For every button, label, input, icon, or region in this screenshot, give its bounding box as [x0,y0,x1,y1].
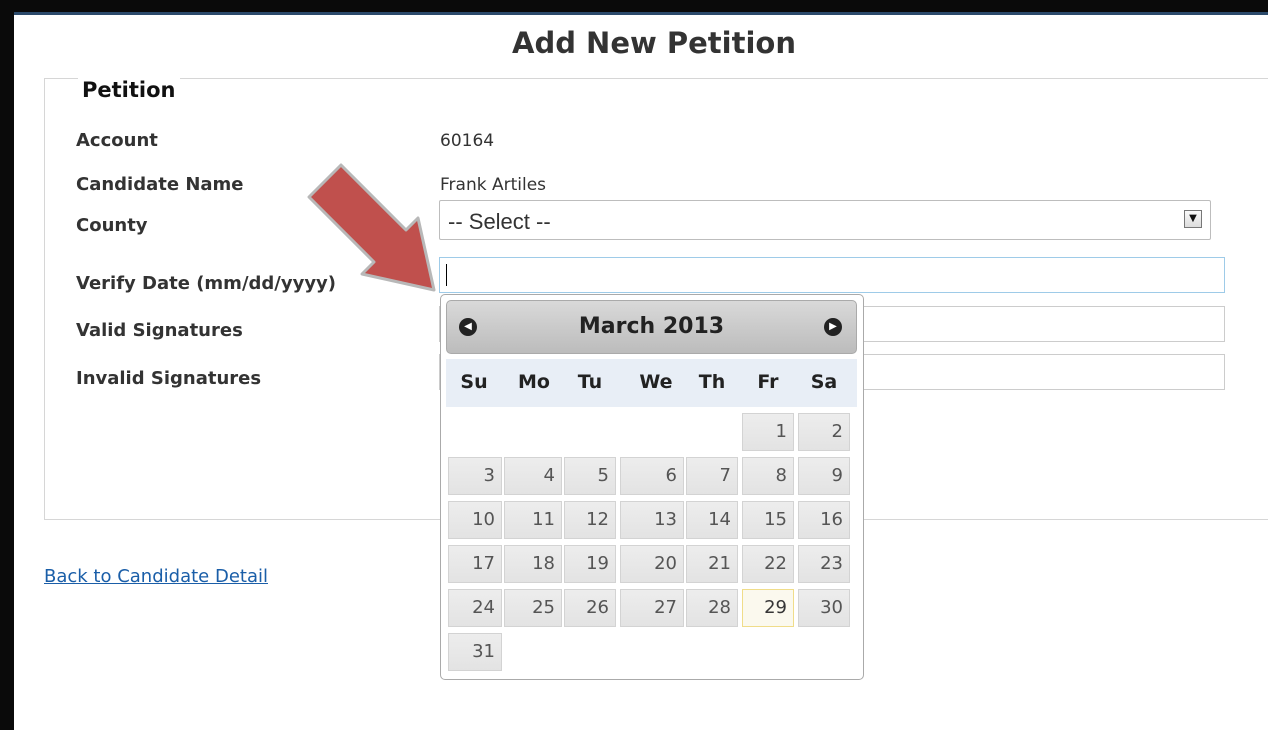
calendar-day[interactable]: 15 [742,501,794,539]
datepicker-title: March 2013 [578,314,725,339]
calendar-day[interactable]: 4 [504,457,562,495]
calendar-day[interactable]: 3 [448,457,502,495]
verify-date-input[interactable] [439,257,1225,293]
county-selected-value: -- Select -- [448,209,551,234]
calendar-day[interactable]: 5 [564,457,616,495]
calendar-day[interactable]: 17 [448,545,502,583]
next-month-icon[interactable]: ▶ [824,318,842,336]
verify-date-label: Verify Date (mm/dd/yyyy) [76,273,337,294]
calendar-day[interactable]: 24 [448,589,502,627]
dropdown-arrow-icon[interactable]: ▼ [1184,210,1202,228]
calendar-day[interactable]: 12 [564,501,616,539]
back-to-candidate-detail-link[interactable]: Back to Candidate Detail [44,566,268,587]
calendar-day[interactable]: 21 [686,545,738,583]
invalid-signatures-label: Invalid Signatures [76,368,262,389]
calendar-day[interactable]: 30 [798,589,850,627]
calendar-day[interactable]: 18 [504,545,562,583]
calendar-day[interactable]: 22 [742,545,794,583]
county-label: County [76,215,148,236]
calendar-day[interactable]: 14 [686,501,738,539]
calendar-day[interactable]: 20 [620,545,684,583]
calendar-day[interactable]: 25 [504,589,562,627]
calendar-day[interactable]: 7 [686,457,738,495]
calendar-day[interactable]: 8 [742,457,794,495]
calendar-day[interactable]: 2 [798,413,850,451]
account-value: 60164 [440,131,495,151]
calendar-day[interactable]: 23 [798,545,850,583]
weekday-name: Su [460,371,488,393]
calendar-day[interactable]: 16 [798,501,850,539]
candidate-name-value: Frank Artiles [440,175,547,195]
calendar-day[interactable]: 10 [448,501,502,539]
calendar-day[interactable]: 19 [564,545,616,583]
calendar-day[interactable]: 28 [686,589,738,627]
annotation-arrow-icon [307,163,436,292]
calendar-day[interactable]: 1 [742,413,794,451]
calendar-day[interactable]: 27 [620,589,684,627]
calendar-day[interactable]: 11 [504,501,562,539]
petition-legend: Petition [78,78,180,102]
calendar-day[interactable]: 26 [564,589,616,627]
calendar-day[interactable]: 31 [448,633,502,671]
weekday-header-row: Su Mo Tu We Th Fr Sa [446,359,857,407]
text-caret [446,264,447,286]
weekday-name: Mo [518,371,550,393]
weekday-name: We [639,371,673,393]
datepicker: ◀ March 2013 ▶ Su Mo Tu We Th Fr Sa 1234567891… [440,294,864,680]
account-label: Account [76,130,158,151]
weekday-name: Th [698,371,726,393]
weekday-name: Sa [810,371,838,393]
valid-signatures-label: Valid Signatures [76,320,243,341]
weekday-name: Tu [577,371,603,393]
calendar-day[interactable]: 9 [798,457,850,495]
page-title: Add New Petition [512,26,796,60]
calendar-day[interactable]: 29 [742,589,794,627]
calendar-day[interactable]: 13 [620,501,684,539]
calendar-day[interactable]: 6 [620,457,684,495]
candidate-name-label: Candidate Name [76,174,244,195]
county-select[interactable]: -- Select -- ▼ [439,200,1211,240]
weekday-name: Fr [757,371,779,393]
datepicker-header: ◀ March 2013 ▶ [446,300,857,354]
